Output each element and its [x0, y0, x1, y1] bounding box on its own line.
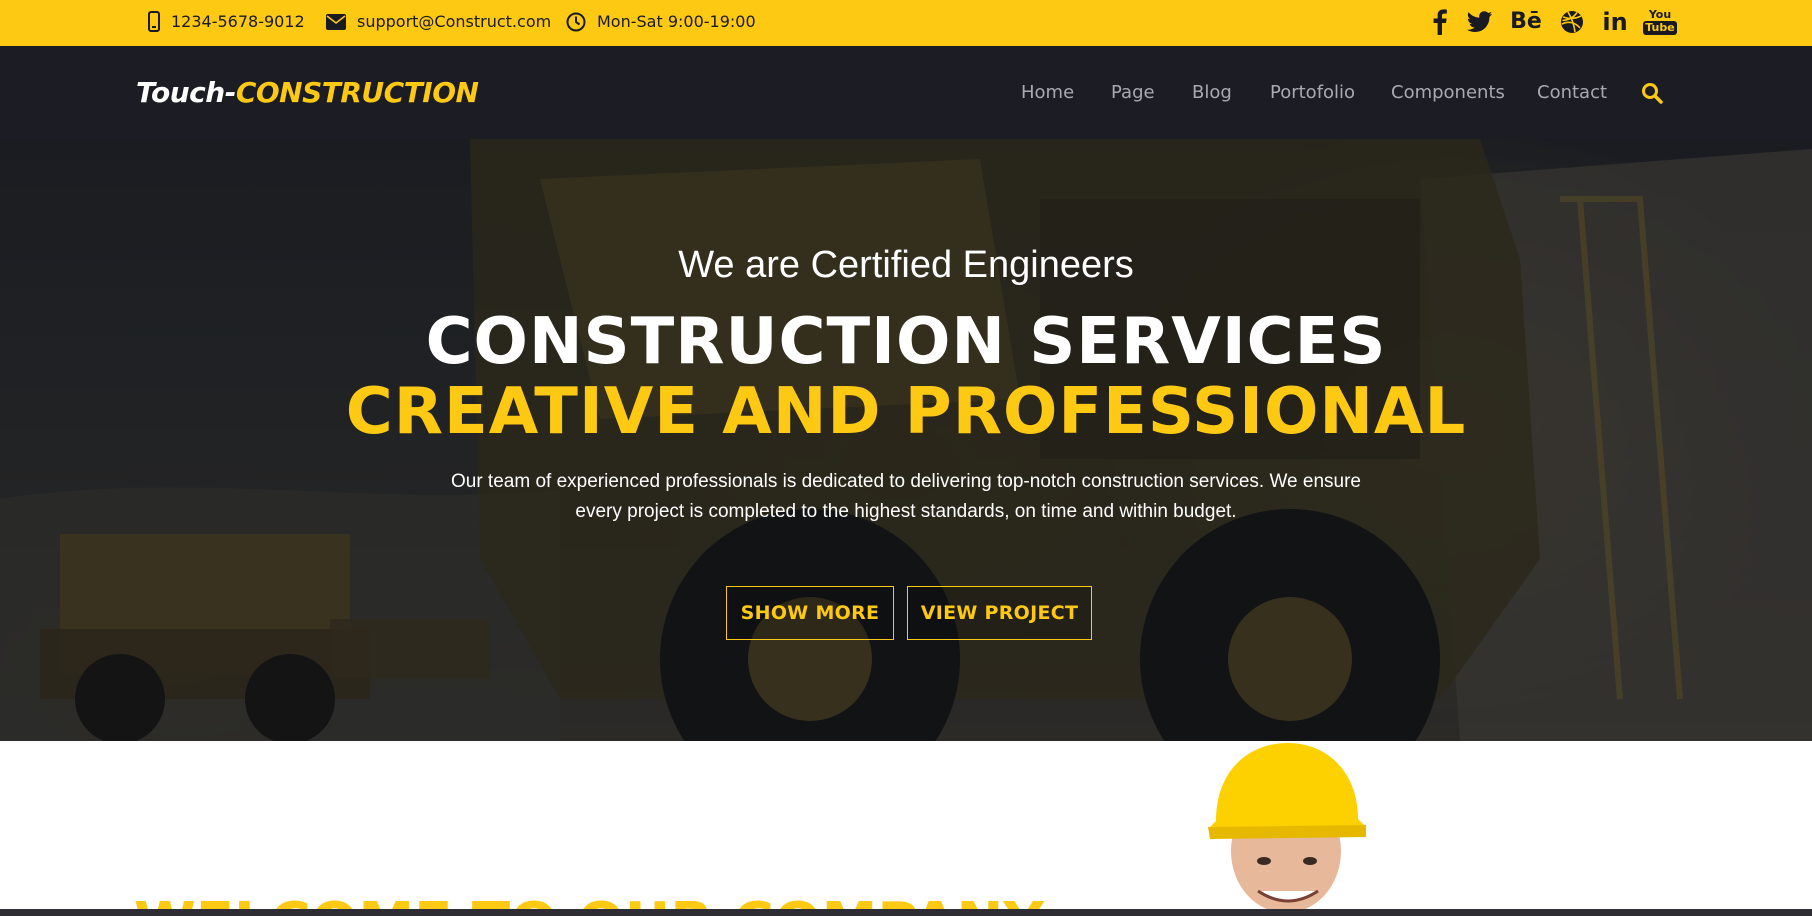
- nav-contact[interactable]: Contact: [1537, 82, 1607, 103]
- welcome-section: WELCOME TO OUR COMPANY: [0, 741, 1812, 911]
- behance-link[interactable]: Bē: [1510, 0, 1542, 43]
- nav-page[interactable]: Page: [1111, 82, 1155, 103]
- youtube-icon: You Tube: [1643, 7, 1677, 35]
- phone-contact[interactable]: 1234-5678-9012: [148, 0, 305, 43]
- welcome-title: WELCOME TO OUR COMPANY: [134, 891, 1044, 911]
- opening-hours: Mon-Sat 9:00-19:00: [566, 0, 756, 43]
- main-navbar: Touch-CONSTRUCTION Home Page Blog Portof…: [0, 46, 1812, 139]
- facebook-link[interactable]: [1424, 0, 1456, 43]
- brand-part-2: CONSTRUCTION: [235, 76, 479, 109]
- hero-description: Our team of experienced professionals is…: [406, 467, 1406, 527]
- hero-title-line-2: CREATIVE AND PROFESSIONAL: [345, 375, 1467, 449]
- facebook-icon: [1433, 8, 1447, 35]
- hero-banner: We are Certified Engineers CONSTRUCTION …: [0, 139, 1812, 741]
- nav-blog[interactable]: Blog: [1192, 82, 1232, 103]
- email-contact[interactable]: support@Construct.com: [326, 0, 551, 43]
- envelope-icon: [326, 13, 346, 30]
- dribbble-link[interactable]: [1556, 0, 1588, 43]
- view-project-button[interactable]: VIEW PROJECT: [907, 586, 1092, 640]
- hero-description-line-2: every project is completed to the highes…: [575, 501, 1237, 522]
- brand-part-1: Touch-: [136, 76, 236, 109]
- clock-icon: [566, 12, 586, 31]
- nav-components[interactable]: Components: [1391, 82, 1505, 103]
- hero-description-line-1: Our team of experienced professionals is…: [450, 471, 1361, 492]
- linkedin-link[interactable]: in: [1599, 0, 1631, 43]
- hero-title-line-1: CONSTRUCTION SERVICES: [425, 305, 1387, 379]
- nav-home[interactable]: Home: [1021, 82, 1074, 103]
- youtube-text-bottom: Tube: [1643, 20, 1677, 35]
- top-contact-bar: 1234-5678-9012 support@Construct.com Mon…: [0, 0, 1812, 46]
- phone-number: 1234-5678-9012: [171, 12, 305, 31]
- youtube-link[interactable]: You Tube: [1643, 0, 1677, 43]
- show-more-button[interactable]: SHOW MORE: [726, 586, 894, 640]
- nav-portofolio[interactable]: Portofolio: [1270, 82, 1355, 103]
- twitter-link[interactable]: [1464, 0, 1496, 43]
- search-button[interactable]: [1641, 82, 1663, 104]
- page-bottom-edge: [0, 909, 1812, 916]
- twitter-icon: [1467, 10, 1492, 32]
- linkedin-icon: in: [1602, 7, 1628, 36]
- phone-icon: [148, 11, 160, 32]
- hours-text: Mon-Sat 9:00-19:00: [597, 12, 756, 31]
- email-address: support@Construct.com: [357, 12, 552, 31]
- search-icon: [1642, 83, 1663, 104]
- hero-eyebrow: We are Certified Engineers: [678, 244, 1134, 286]
- behance-icon: Bē: [1510, 9, 1542, 34]
- engineer-photo: [1208, 743, 1366, 909]
- dribbble-icon: [1561, 10, 1583, 33]
- brand-logo[interactable]: Touch-CONSTRUCTION: [136, 76, 479, 109]
- youtube-text-top: You: [1648, 7, 1672, 21]
